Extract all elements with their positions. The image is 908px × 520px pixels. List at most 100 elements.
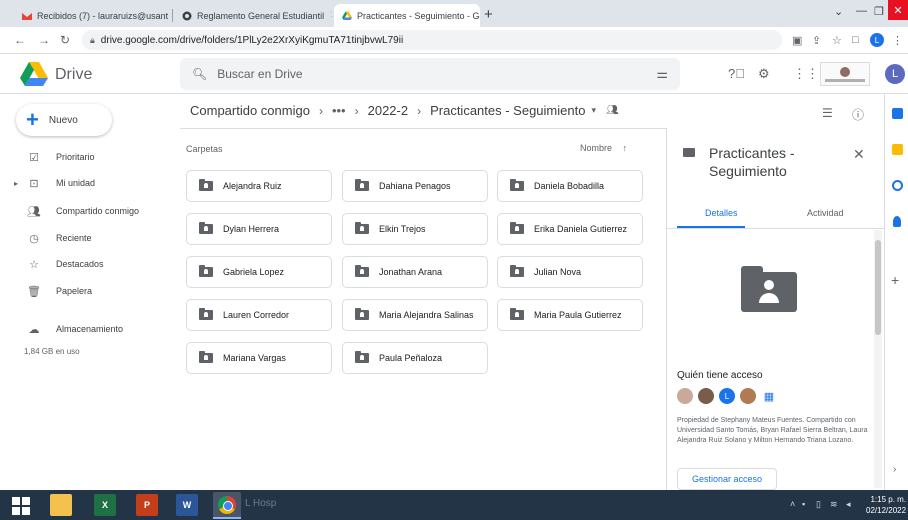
share-icon[interactable]: ⇪ [812,34,821,47]
folder-card[interactable]: Alejandra Ruiz [186,170,332,202]
tab-search-icon[interactable]: ⌄ [834,5,843,18]
close-tab-icon[interactable]: ✕ [168,10,170,21]
folder-card[interactable]: Dylan Herrera [186,213,332,245]
tab-actividad[interactable]: Actividad [807,208,844,218]
sidebar-item-destacados[interactable]: ☆ Destacados [0,254,160,274]
sidebar-item-label: Mi unidad [56,178,96,188]
folder-card[interactable]: Maria Alejandra Salinas [342,299,488,331]
sidebar-item-mi-unidad[interactable]: ▸ ⊡ Mi unidad [0,173,160,193]
details-scrollbar-thumb[interactable] [875,240,881,335]
translate-icon[interactable]: ▣ [792,34,802,47]
sidebar-item-almacenamiento[interactable]: ☁︎ Almacenamiento [0,319,160,339]
drive-logo-icon[interactable] [20,62,48,86]
sort-by-name-control[interactable]: Nombre ↑ [580,143,627,153]
folder-card[interactable]: Erika Daniela Gutierrez [497,213,643,245]
sidebar-item-label: Almacenamiento [56,324,124,334]
drive-header: Drive 🔍︎ Buscar en Drive ⚌ ?⃝ ⚙ ⋮⋮⋮ L [0,54,908,94]
sidebar-item-reciente[interactable]: ◷ Reciente [0,228,160,248]
url-text: drive.google.com/drive/folders/1PlLy2e2X… [100,34,404,46]
search-options-icon[interactable]: ⚌ [656,66,668,82]
folder-card[interactable]: Maria Paula Gutierrez [497,299,643,331]
list-view-icon[interactable]: ☰ [822,106,833,120]
keep-icon[interactable] [892,144,903,155]
network-icon[interactable]: ▪ [802,499,805,509]
folder-card[interactable]: Jonathan Arana [342,256,488,288]
maximize-icon[interactable]: ❐ [874,5,884,18]
folder-card[interactable]: Daniela Bobadilla [497,170,643,202]
browser-tab-drive[interactable]: Practicantes - Seguimiento - Goo ✕ [334,4,480,27]
info-icon[interactable]: ⓘ [852,106,864,123]
close-tab-icon[interactable]: ✕ [324,10,332,21]
document-globe-icon [182,11,192,20]
chevron-right-icon: › [354,103,359,118]
folder-card[interactable]: Paula Peñaloza [342,342,488,374]
account-avatar[interactable]: L [885,64,905,84]
windows-start-icon[interactable] [10,494,32,516]
folder-card[interactable]: Gabriela Lopez [186,256,332,288]
folder-name: Maria Paula Gutierrez [534,310,622,320]
file-explorer-icon[interactable] [50,494,72,516]
calendar-icon[interactable] [892,108,903,119]
organization-logo[interactable] [820,62,870,86]
expand-caret-icon[interactable]: ▸ [14,179,18,188]
close-window-icon[interactable]: ✕ [888,0,908,20]
forward-icon[interactable]: → [38,33,50,47]
search-icon[interactable]: 🔍︎ [192,67,207,81]
address-bar[interactable]: 🔒︎ drive.google.com/drive/folders/1PlLy2… [82,30,782,50]
wifi-icon[interactable]: ≋ [830,499,838,510]
browser-tab-strip: Recibidos (7) - lauraruizs@usant ✕ Regla… [0,0,908,27]
folder-card[interactable]: Elkin Trejos [342,213,488,245]
taskbar-ghost-text: L Hosp [245,498,277,509]
browser-tab-gmail[interactable]: Recibidos (7) - lauraruizs@usant ✕ [14,4,170,27]
volume-icon[interactable]: ◂ [846,499,851,510]
shared-folder-icon [199,179,213,191]
battery-icon[interactable]: ▯ [816,499,821,510]
sort-arrow-up-icon[interactable]: ↑ [623,143,628,153]
shared-folder-icon [355,308,369,320]
chevron-right-icon: › [417,103,422,118]
breadcrumb-root[interactable]: Compartido conmigo [190,103,310,118]
chrome-icon[interactable] [213,492,241,518]
expand-panel-icon[interactable]: › [893,464,896,475]
browser-profile-avatar[interactable]: L [870,33,884,47]
tray-up-arrow-icon[interactable]: ˄ [790,499,795,509]
browser-menu-icon[interactable]: ⋮ [892,34,903,47]
contacts-icon[interactable] [893,216,901,227]
folder-card[interactable]: Lauren Corredor [186,299,332,331]
folder-card[interactable]: Mariana Vargas [186,342,332,374]
sidebar-item-prioritario[interactable]: ☑ Prioritario [0,147,160,167]
powerpoint-icon[interactable]: P [136,494,158,516]
excel-icon[interactable]: X [94,494,116,516]
reload-icon[interactable]: ↻ [60,33,70,47]
tasks-icon[interactable] [892,180,903,191]
add-addon-icon[interactable]: + [891,272,899,288]
clock[interactable]: 1:15 p. m. 02/12/2022 [866,494,906,516]
browser-tab-reglamento[interactable]: Reglamento General Estudiantil ✕ [174,4,332,27]
back-icon[interactable]: ← [14,33,26,47]
breadcrumb-ellipsis[interactable]: ••• [332,103,346,118]
word-icon[interactable]: W [176,494,198,516]
bookmark-star-icon[interactable]: ☆ [832,34,842,47]
folder-card[interactable]: Dahiana Penagos [342,170,488,202]
tab-detalles[interactable]: Detalles [705,208,738,218]
side-panel-icon[interactable]: □ [852,34,859,46]
minimize-icon[interactable]: — [856,5,867,17]
sidebar-item-papelera[interactable]: 🗑︎ Papelera [0,281,160,301]
shared-folder-preview-icon [741,266,797,312]
new-tab-button[interactable]: + [484,6,493,23]
search-input[interactable]: 🔍︎ Buscar en Drive ⚌ [180,58,680,90]
breadcrumb-level1[interactable]: 2022-2 [368,103,408,118]
breadcrumb-current[interactable]: Practicantes - Seguimiento [430,103,585,118]
close-icon[interactable]: ✕ [853,146,865,163]
app-title[interactable]: Drive [55,66,92,84]
folder-card[interactable]: Julian Nova [497,256,643,288]
shared-folder-icon [355,265,369,277]
sidebar-item-compartido[interactable]: 👥︎ Compartido conmigo [0,201,160,221]
access-avatars[interactable]: L ▦ [677,388,782,404]
dropdown-arrow-icon[interactable]: ▾ [591,105,596,116]
settings-gear-icon[interactable]: ⚙ [758,66,770,82]
new-button[interactable]: + Nuevo [16,104,112,136]
manage-access-button[interactable]: Gestionar acceso [677,468,777,490]
help-icon[interactable]: ?⃝ [728,66,745,81]
university-seal-icon [840,66,850,77]
